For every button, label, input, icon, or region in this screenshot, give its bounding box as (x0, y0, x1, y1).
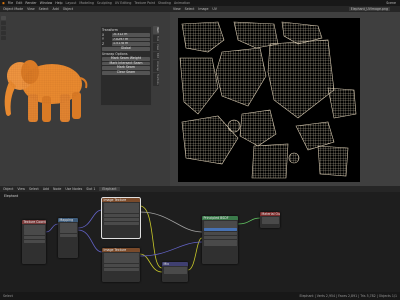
sidebar-tabs: Item Tool View Edit Unwrap TexTools (153, 26, 159, 156)
node-menu-node[interactable]: Node (53, 187, 61, 191)
node-title: Image Texture (102, 198, 140, 202)
workspace-tab-uv-editing[interactable]: UV Editing (115, 1, 132, 5)
scene-selector[interactable]: Scene (386, 1, 400, 5)
tab-item[interactable]: Item (153, 26, 159, 34)
node-title: Mix (162, 262, 188, 266)
sidebar-n-panel: Transform X -0.312 m Y 7.0297 m Z 1.5178… (100, 26, 152, 106)
node-principled-bsdf[interactable]: Principled BSDF (202, 216, 238, 264)
blender-logo-icon[interactable]: ◉ (2, 1, 5, 5)
node-menu-select[interactable]: Select (29, 187, 39, 191)
location-x-field[interactable]: -0.312 m (112, 32, 150, 37)
location-x-row: X -0.312 m (102, 33, 150, 37)
node-editor-type[interactable]: Object (3, 187, 13, 191)
viewport-menu-view[interactable]: View (27, 7, 35, 11)
node-menu-add[interactable]: Add (43, 187, 49, 191)
workspace-tab-texture-paint[interactable]: Texture Paint (134, 1, 155, 5)
transform-section-header[interactable]: Transform (102, 28, 150, 32)
viewport-header: Object Mode View Select Add Object (0, 6, 170, 12)
tab-view[interactable]: View (153, 42, 159, 52)
uv-menu-select[interactable]: Select (185, 7, 195, 11)
uv-menu-view[interactable]: View (173, 7, 181, 11)
tab-textools[interactable]: TexTools (153, 73, 159, 86)
location-y-row: Y 7.0297 m (102, 37, 150, 41)
image-selector[interactable]: Elephant_UVImage.png (348, 7, 390, 11)
workspace-tab-modeling[interactable]: Modeling (79, 1, 94, 5)
node-material-output[interactable]: Material Output (260, 212, 280, 228)
node-mapping[interactable]: Mapping (58, 218, 78, 258)
move-tool-icon[interactable] (1, 26, 6, 30)
viewport-menu-select[interactable]: Select (39, 7, 49, 11)
uv-editor-header: View Select Image UV Elephant_UVImage.pn… (170, 6, 400, 12)
orientation-row: Global (102, 46, 150, 51)
uv-canvas[interactable] (178, 18, 360, 182)
tab-edit[interactable]: Edit (153, 52, 159, 60)
workspace-tab-layout[interactable]: Layout (66, 1, 77, 5)
node-title: Material Output (260, 212, 280, 216)
uv-islands (179, 21, 357, 179)
node-texture-coordinate[interactable]: Texture Coordinate (22, 220, 46, 264)
node-image-texture-1[interactable]: Image Texture (101, 197, 141, 239)
orientation-dropdown[interactable]: Global (102, 46, 150, 51)
viewport-menu-object[interactable]: Object (63, 7, 73, 11)
location-z-field[interactable]: 1.5178 m (112, 42, 150, 47)
3d-viewport[interactable]: Object Mode View Select Add Object Trans… (0, 6, 170, 186)
use-nodes-checkbox[interactable]: Use Nodes (65, 187, 82, 191)
cursor-tool-icon[interactable] (1, 21, 6, 25)
material-selector[interactable]: Elephant (99, 187, 120, 191)
workspace-tab-animation[interactable]: Animation (174, 1, 190, 5)
elephant-model[interactable] (0, 36, 100, 146)
slot-selector[interactable]: Slot 1 (86, 187, 95, 191)
menu-file[interactable]: File (8, 1, 13, 5)
uv-menu-image[interactable]: Image (198, 7, 208, 11)
select-tool-icon[interactable] (1, 16, 6, 20)
workspace-tab-shading[interactable]: Shading (158, 1, 171, 5)
workspace-tab-sculpting[interactable]: Sculpting (97, 1, 112, 5)
node-title: Principled BSDF (202, 216, 238, 220)
tab-unwrap[interactable]: Unwrap (153, 60, 159, 73)
location-x-label: X (102, 32, 105, 37)
menu-render[interactable]: Render (25, 1, 36, 5)
clear-seam-button[interactable]: Clear Seam (102, 70, 150, 76)
menu-edit[interactable]: Edit (16, 1, 22, 5)
menu-help[interactable]: Help (55, 1, 62, 5)
uv-menu-uv[interactable]: UV (212, 7, 217, 11)
menu-window[interactable]: Window (40, 1, 53, 5)
rotate-tool-icon[interactable] (1, 31, 6, 35)
location-y-field[interactable]: 7.0297 m (112, 37, 150, 42)
mode-selector[interactable]: Object Mode (3, 7, 23, 11)
location-y-label: Y (102, 37, 104, 42)
node-menu-view[interactable]: View (17, 187, 25, 191)
node-mix[interactable]: Mix (162, 262, 188, 282)
viewport-menu-add[interactable]: Add (53, 7, 59, 11)
status-bar: Select Elephant | Verts 2,954 | Faces 2,… (0, 292, 400, 300)
status-right: Elephant | Verts 2,954 | Faces 2,891 | T… (299, 294, 397, 298)
location-z-label: Z (102, 42, 105, 47)
node-editor-canvas[interactable]: Elephant Texture Coordinate Mapping Imag… (0, 192, 400, 292)
node-title: Texture Coordinate (22, 220, 46, 224)
node-title: Image Texture (102, 248, 140, 252)
node-image-texture-2[interactable]: Image Texture (102, 248, 140, 282)
node-title: Mapping (58, 218, 78, 222)
status-left: Select (3, 294, 13, 298)
tab-tool[interactable]: Tool (153, 34, 159, 42)
